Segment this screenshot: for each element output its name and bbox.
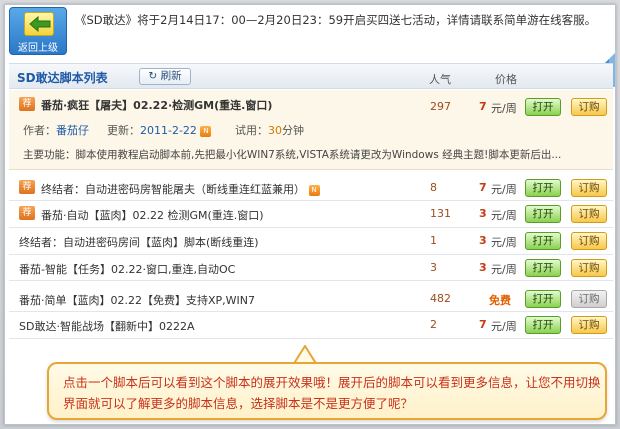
updated-date: 2011-2-22	[140, 124, 197, 137]
new-icon: N	[200, 125, 212, 137]
script-title[interactable]: 终结者：自动进密码房间【蓝肉】脚本(断线重连)	[19, 234, 259, 250]
price-value: 3	[479, 261, 487, 274]
back-button[interactable]: 返回上级	[9, 7, 67, 55]
price-unit: 元/周	[491, 102, 517, 115]
buy-button[interactable]: 订购	[571, 259, 607, 277]
back-arrow-icon	[24, 12, 54, 36]
new-icon: N	[308, 184, 320, 196]
popularity-value: 2	[430, 318, 437, 331]
open-button[interactable]: 打开	[525, 98, 561, 116]
script-row[interactable]: 荐终结者：自动进密码房智能屠夫（断线重连红蓝兼用） N 8 7 元/周 打开 订购	[9, 175, 613, 201]
list-header: SD敢达脚本列表 ↻ 刷新 人气 价格	[9, 63, 613, 89]
price-value: 7	[479, 318, 487, 331]
buy-button[interactable]: 订购	[571, 98, 607, 116]
open-button[interactable]: 打开	[525, 205, 561, 223]
script-title[interactable]: SD敢达·智能战场【翻新中】0222A	[19, 318, 194, 334]
script-row[interactable]: 荐番茄·自动【蓝肉】02.22 检测GM(重连.窗口) 131 3 元/周 打开 订购	[9, 201, 613, 228]
tip-callout-text: 点击一个脚本后可以看到这个脚本的展开效果哦！展开后的脚本可以看到更多信息，让您不…	[63, 375, 601, 411]
script-title-text: 番茄-智能【任务】02.22·窗口,重连,自动OC	[19, 263, 236, 276]
script-row[interactable]: SD敢达·智能战场【翻新中】0222A 2 7 元/周 打开 订购	[9, 312, 613, 339]
script-row[interactable]: 番茄-智能【任务】02.22·窗口,重连,自动OC 3 3 元/周 打开 订购	[9, 255, 613, 281]
featured-description: 主要功能：脚本使用教程启动脚本前,先把最小化WIN7系统,VISTA系统请更改为…	[23, 149, 562, 161]
refresh-icon: ↻	[148, 70, 158, 82]
popularity-value: 3	[430, 261, 437, 274]
recommend-badge: 荐	[19, 180, 35, 194]
open-button[interactable]: 打开	[525, 179, 561, 197]
trial-meta: 试用：30分钟	[235, 122, 304, 138]
refresh-label: 刷新	[160, 70, 182, 82]
script-title-text: 番茄·简单【蓝肉】02.22【免费】支持XP,WIN7	[19, 294, 255, 307]
script-title-text: 终结者：自动进密码房间【蓝肉】脚本(断线重连)	[19, 236, 259, 249]
popularity-value: 482	[430, 292, 451, 305]
popularity-value: 131	[430, 207, 451, 220]
price-column-header: 价格	[495, 73, 517, 86]
script-title[interactable]: 番茄·自动【蓝肉】02.22 检测GM(重连.窗口)	[41, 207, 264, 223]
popularity-column-header: 人气	[429, 73, 451, 86]
buy-button[interactable]: 订购	[571, 232, 607, 250]
popularity-value: 297	[430, 100, 451, 113]
trial-unit: 分钟	[282, 124, 304, 137]
recommend-badge: 荐	[19, 97, 35, 111]
script-window: 返回上级 《SD敢达》将于2月14日17：00—2月20日23：59开启买四送七…	[4, 4, 616, 425]
trial-value: 30	[268, 124, 282, 137]
script-title-text: 终结者：自动进密码房智能屠夫（断线重连红蓝兼用）	[41, 183, 305, 196]
script-row[interactable]: 番茄·简单【蓝肉】02.22【免费】支持XP,WIN7 482 免费 打开 订购	[9, 286, 613, 312]
script-title[interactable]: 终结者：自动进密码房智能屠夫（断线重连红蓝兼用） N	[41, 181, 320, 197]
price-value: 7	[479, 181, 487, 194]
updated-label: 更新：	[107, 124, 140, 137]
free-label: 免费	[489, 294, 511, 307]
price-value: 7	[479, 100, 487, 113]
tip-callout: 点击一个脚本后可以看到这个脚本的展开效果哦！展开后的脚本可以看到更多信息，让您不…	[47, 362, 607, 420]
price-unit: 元/周	[491, 263, 517, 276]
buy-button[interactable]: 订购	[571, 205, 607, 223]
price-unit: 元/周	[491, 183, 517, 196]
author-meta: 作者：番茄仔	[23, 122, 89, 138]
price-value: 3	[479, 234, 487, 247]
list-title: SD敢达脚本列表	[17, 71, 108, 85]
script-title-text: 番茄·自动【蓝肉】02.22 检测GM(重连.窗口)	[41, 209, 264, 222]
open-button[interactable]: 打开	[525, 232, 561, 250]
script-row[interactable]: 终结者：自动进密码房间【蓝肉】脚本(断线重连) 1 3 元/周 打开 订购	[9, 228, 613, 255]
open-button[interactable]: 打开	[525, 290, 561, 308]
recommend-badge: 荐	[19, 206, 35, 220]
back-button-label: 返回上级	[18, 43, 58, 54]
open-button[interactable]: 打开	[525, 259, 561, 277]
featured-script-title[interactable]: 番茄·疯狂【屠夫】02.22·检测GM(重连.窗口)	[41, 97, 272, 113]
price-unit: 元/周	[491, 236, 517, 249]
open-button[interactable]: 打开	[525, 316, 561, 334]
script-title[interactable]: 番茄·简单【蓝肉】02.22【免费】支持XP,WIN7	[19, 292, 255, 308]
price-value: 3	[479, 207, 487, 220]
trial-label: 试用：	[235, 124, 268, 137]
refresh-button[interactable]: ↻ 刷新	[139, 68, 191, 85]
author-label: 作者：	[23, 124, 56, 137]
script-title[interactable]: 番茄-智能【任务】02.22·窗口,重连,自动OC	[19, 261, 235, 277]
buy-button[interactable]: 订购	[571, 316, 607, 334]
event-notice: 《SD敢达》将于2月14日17：00—2月20日23：59开启买四送七活动，详情…	[75, 13, 597, 27]
popularity-value: 8	[430, 181, 437, 194]
price-unit: 元/周	[491, 320, 517, 333]
script-title-text: SD敢达·智能战场【翻新中】0222A	[19, 320, 195, 333]
author-link[interactable]: 番茄仔	[56, 124, 89, 137]
popularity-value: 1	[430, 234, 437, 247]
buy-button[interactable]: 订购	[571, 179, 607, 197]
price-unit: 元/周	[491, 209, 517, 222]
buy-button[interactable]: 订购	[571, 290, 607, 308]
featured-script-row[interactable]: 荐 番茄·疯狂【屠夫】02.22·检测GM(重连.窗口) 作者：番茄仔 更新：2…	[9, 90, 613, 170]
updated-meta: 更新：2011-2-22 N	[107, 122, 212, 138]
